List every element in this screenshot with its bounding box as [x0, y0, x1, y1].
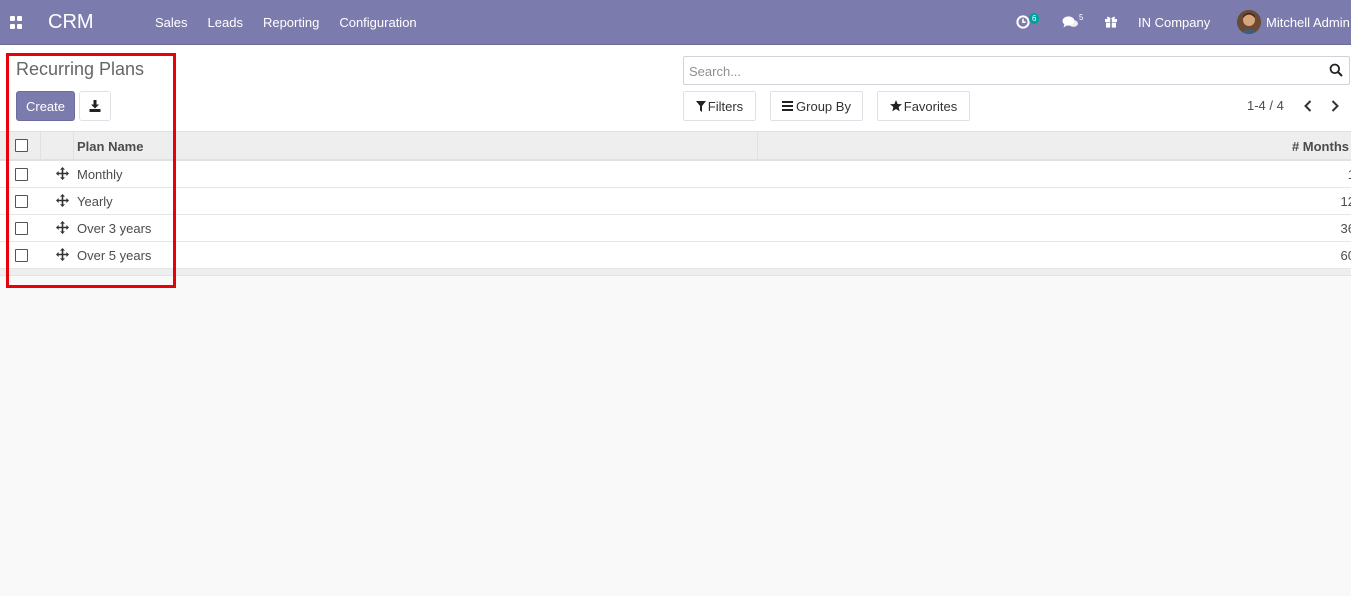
- table-row[interactable]: Yearly 12: [0, 188, 1351, 215]
- pager-next-button[interactable]: [1325, 95, 1345, 117]
- filter-icon: [695, 100, 706, 112]
- table-footer: [0, 269, 1351, 276]
- recurring-plans-list: Plan Name # Months Monthly 1 Yearly 12 O…: [0, 131, 1351, 276]
- months-cell: 36: [1340, 221, 1351, 236]
- favorites-label: Favorites: [903, 98, 958, 114]
- control-panel: Recurring Plans Create Filters Group By: [0, 45, 1351, 132]
- filters-label: Filters: [707, 98, 744, 114]
- table-row[interactable]: Monthly 1: [0, 161, 1351, 188]
- clock-icon: [1016, 15, 1030, 29]
- plan-name-cell: Over 5 years: [77, 248, 152, 263]
- menu-item-reporting[interactable]: Reporting: [253, 0, 329, 45]
- company-switcher[interactable]: IN Company: [1138, 0, 1210, 45]
- gift-icon: [1105, 16, 1117, 28]
- app-menu-grid-icon[interactable]: [10, 16, 23, 29]
- page-title: Recurring Plans: [16, 59, 145, 79]
- activity-count-badge: 6: [1029, 13, 1040, 24]
- row-checkbox[interactable]: [15, 168, 28, 181]
- menu-item-configuration[interactable]: Configuration: [329, 0, 426, 45]
- user-avatar: [1237, 10, 1261, 34]
- table-row[interactable]: Over 3 years 36: [0, 215, 1351, 242]
- app-title[interactable]: CRM: [48, 11, 94, 34]
- gift-menu[interactable]: [1102, 0, 1122, 45]
- bars-icon: [782, 101, 794, 111]
- activity-menu[interactable]: 6: [1013, 0, 1043, 45]
- messages-count-badge: 5: [1079, 13, 1084, 22]
- menu-item-leads[interactable]: Leads: [198, 0, 253, 45]
- months-cell: 12: [1340, 194, 1351, 209]
- drag-handle-icon[interactable]: [56, 248, 69, 261]
- search-bar: [683, 56, 1350, 85]
- plan-name-cell: Over 3 years: [77, 221, 152, 236]
- row-checkbox[interactable]: [15, 195, 28, 208]
- favorites-button[interactable]: Favorites: [877, 91, 970, 121]
- download-icon: [89, 100, 101, 112]
- user-menu[interactable]: Mitchell Admin: [1237, 0, 1351, 45]
- star-icon: [889, 100, 902, 112]
- chevron-right-icon: [1331, 100, 1339, 112]
- row-checkbox[interactable]: [15, 249, 28, 262]
- chat-bubbles-icon: [1062, 16, 1078, 28]
- table-row[interactable]: Over 5 years 60: [0, 242, 1351, 269]
- messaging-menu[interactable]: 5: [1060, 0, 1090, 45]
- column-header-plan-name[interactable]: Plan Name: [77, 139, 143, 154]
- menu-item-sales[interactable]: Sales: [145, 0, 198, 45]
- filters-button[interactable]: Filters: [683, 91, 756, 121]
- group-by-button[interactable]: Group By: [770, 91, 863, 121]
- group-by-label: Group By: [796, 98, 851, 114]
- drag-handle-icon[interactable]: [56, 221, 69, 234]
- months-cell: 60: [1340, 248, 1351, 263]
- search-icon[interactable]: [1329, 63, 1343, 77]
- drag-handle-icon[interactable]: [56, 194, 69, 207]
- pager-value[interactable]: 1-4 / 4: [1247, 98, 1284, 113]
- chevron-left-icon: [1304, 100, 1312, 112]
- select-all-checkbox[interactable]: [15, 139, 28, 152]
- row-checkbox[interactable]: [15, 222, 28, 235]
- column-header-months[interactable]: # Months: [1292, 139, 1349, 154]
- create-button[interactable]: Create: [16, 91, 75, 121]
- drag-handle-icon[interactable]: [56, 167, 69, 180]
- plan-name-cell: Yearly: [77, 194, 113, 209]
- table-header: Plan Name # Months: [0, 131, 1351, 161]
- pager-previous-button[interactable]: [1298, 95, 1318, 117]
- search-input[interactable]: [689, 62, 1319, 80]
- top-navbar: CRM Sales Leads Reporting Configuration …: [0, 0, 1351, 45]
- main-menu: Sales Leads Reporting Configuration: [145, 0, 427, 45]
- user-name: Mitchell Admin: [1266, 15, 1350, 30]
- export-button[interactable]: [79, 91, 111, 121]
- plan-name-cell: Monthly: [77, 167, 123, 182]
